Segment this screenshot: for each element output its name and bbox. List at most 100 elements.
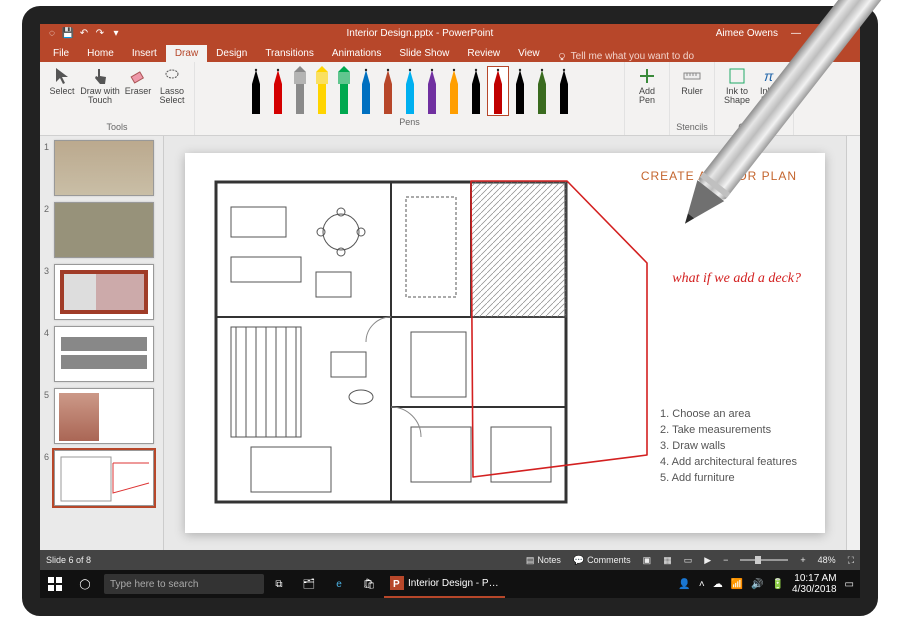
tray-people-icon[interactable]: 👤 <box>678 579 690 590</box>
group-stencils: Ruler Stencils <box>670 62 715 135</box>
redo-icon[interactable]: ↷ <box>92 28 108 39</box>
view-slideshow[interactable]: ▶ <box>698 555 717 566</box>
save-icon[interactable]: 💾 <box>60 28 76 39</box>
ink-to-shape-button[interactable]: Ink to Shape <box>721 64 753 106</box>
slide-thumb-3[interactable] <box>54 264 154 320</box>
pen-swatch[interactable] <box>421 66 443 116</box>
tell-me-search[interactable]: Tell me what you want to do <box>549 51 694 62</box>
slide-thumb-5[interactable] <box>54 388 154 444</box>
pen-swatch[interactable] <box>443 66 465 116</box>
view-sorter[interactable]: ▦ <box>657 555 678 566</box>
tray-chevron-up-icon[interactable]: ˄ <box>699 579 705 590</box>
store-icon[interactable]: 🛍 <box>354 570 384 598</box>
zoom-in[interactable]: + <box>794 555 811 565</box>
eraser-button[interactable]: Eraser <box>122 64 154 96</box>
step-item: 3. Draw walls <box>660 439 797 455</box>
tab-review[interactable]: Review <box>458 45 509 62</box>
taskbar-app-label: Interior Design - P… <box>408 578 499 589</box>
note-icon: ▤ <box>526 555 535 566</box>
draw-touch-button[interactable]: Draw with Touch <box>80 64 120 106</box>
touch-mode-icon[interactable]: ▾ <box>108 28 124 39</box>
lasso-button[interactable]: Lasso Select <box>156 64 188 106</box>
explorer-icon[interactable]: 🗂 <box>294 570 324 598</box>
close-button[interactable]: ✕ <box>832 28 856 39</box>
touch-icon <box>90 66 110 86</box>
undo-icon[interactable]: ↶ <box>76 28 92 39</box>
pen-swatch[interactable] <box>267 66 289 116</box>
comments-button[interactable]: 💬Comments <box>567 555 637 566</box>
tools-group-label: Tools <box>106 121 127 133</box>
view-normal[interactable]: ▣ <box>637 555 658 566</box>
ribbon: Select Draw with Touch Eraser Lasso Sele… <box>40 62 860 136</box>
search-placeholder: Type here to search <box>110 579 198 590</box>
tab-draw[interactable]: Draw <box>166 45 207 62</box>
tab-transitions[interactable]: Transitions <box>256 45 323 62</box>
pen-swatch[interactable] <box>399 66 421 116</box>
tab-file[interactable]: File <box>44 45 78 62</box>
ink-to-math-button[interactable]: π Ink to Math <box>755 64 787 106</box>
pi-icon: π <box>761 66 781 86</box>
zoom-value[interactable]: 48% <box>812 555 842 565</box>
tab-slideshow[interactable]: Slide Show <box>390 45 458 62</box>
slide-thumb-2[interactable] <box>54 202 154 258</box>
add-pen-button[interactable]: Add Pen <box>631 64 663 106</box>
pen-swatch[interactable] <box>487 66 509 116</box>
tab-design[interactable]: Design <box>207 45 256 62</box>
tray-notifications-icon[interactable]: ▭ <box>845 579 854 590</box>
tray-clock[interactable]: 10:17 AM 4/30/2018 <box>792 573 837 595</box>
cortana-button[interactable]: ◯ <box>70 570 100 598</box>
draw-touch-label: Draw with Touch <box>80 87 120 106</box>
task-view-button[interactable]: ⧉ <box>264 570 294 598</box>
tab-insert[interactable]: Insert <box>123 45 166 62</box>
slide-thumb-4[interactable] <box>54 326 154 382</box>
tray-battery-icon[interactable]: 🔋 <box>772 579 784 590</box>
pen-swatch[interactable] <box>289 66 311 116</box>
ruler-icon <box>682 66 702 86</box>
minimize-button[interactable]: — <box>784 28 808 39</box>
cursor-icon <box>52 66 72 86</box>
tablet-frame: ◌ 💾 ↶ ↷ ▾ Interior Design.pptx - PowerPo… <box>22 6 878 616</box>
pen-swatch[interactable] <box>311 66 333 116</box>
tray-onedrive-icon[interactable]: ☁ <box>713 579 723 590</box>
zoom-out[interactable]: − <box>717 555 734 565</box>
tray-wifi-icon[interactable]: 📶 <box>731 579 743 590</box>
taskbar-app-powerpoint[interactable]: P Interior Design - P… <box>384 570 505 598</box>
convert-group-label: Convert <box>738 121 770 133</box>
pen-swatch[interactable] <box>245 66 267 116</box>
tab-view[interactable]: View <box>509 45 549 62</box>
ruler-button[interactable]: Ruler <box>676 64 708 96</box>
camera-icon <box>447 14 453 20</box>
fit-to-window[interactable]: ⛶ <box>842 555 860 566</box>
start-button[interactable] <box>40 570 70 598</box>
pen-swatch[interactable] <box>531 66 553 116</box>
status-bar: Slide 6 of 8 ▤Notes 💬Comments ▣ ▦ ▭ ▶ − … <box>40 550 860 570</box>
thumb-num: 5 <box>44 388 54 444</box>
edge-icon[interactable]: e <box>324 570 354 598</box>
tab-home[interactable]: Home <box>78 45 123 62</box>
powerpoint-icon: P <box>390 576 404 590</box>
step-item: 2. Take measurements <box>660 423 797 439</box>
pen-swatch[interactable] <box>465 66 487 116</box>
tray-volume-icon[interactable]: 🔊 <box>751 579 763 590</box>
slide-thumb-1[interactable] <box>54 140 154 196</box>
pen-swatch[interactable] <box>355 66 377 116</box>
pen-swatch[interactable] <box>377 66 399 116</box>
pen-swatch[interactable] <box>553 66 575 116</box>
thumb-num: 6 <box>44 450 54 506</box>
pen-swatch[interactable] <box>509 66 531 116</box>
slide-thumb-6[interactable] <box>54 450 154 506</box>
slide-canvas-area[interactable]: CREATE A FLOOR PLAN what if we add a dec… <box>164 136 846 550</box>
autosave-toggle[interactable]: ◌ <box>44 28 60 39</box>
tab-animations[interactable]: Animations <box>323 45 390 62</box>
vertical-scrollbar[interactable] <box>846 136 860 550</box>
taskbar-search[interactable]: Type here to search <box>104 574 264 594</box>
ruler-label: Ruler <box>681 87 703 96</box>
notes-button[interactable]: ▤Notes <box>520 555 567 566</box>
maximize-button[interactable]: ▢ <box>808 28 832 39</box>
zoom-slider[interactable] <box>734 559 794 561</box>
user-name[interactable]: Aimee Owens <box>716 28 778 39</box>
view-reading[interactable]: ▭ <box>678 555 699 566</box>
select-button[interactable]: Select <box>46 64 78 96</box>
pen-swatch[interactable] <box>333 66 355 116</box>
thumb-num: 2 <box>44 202 54 258</box>
